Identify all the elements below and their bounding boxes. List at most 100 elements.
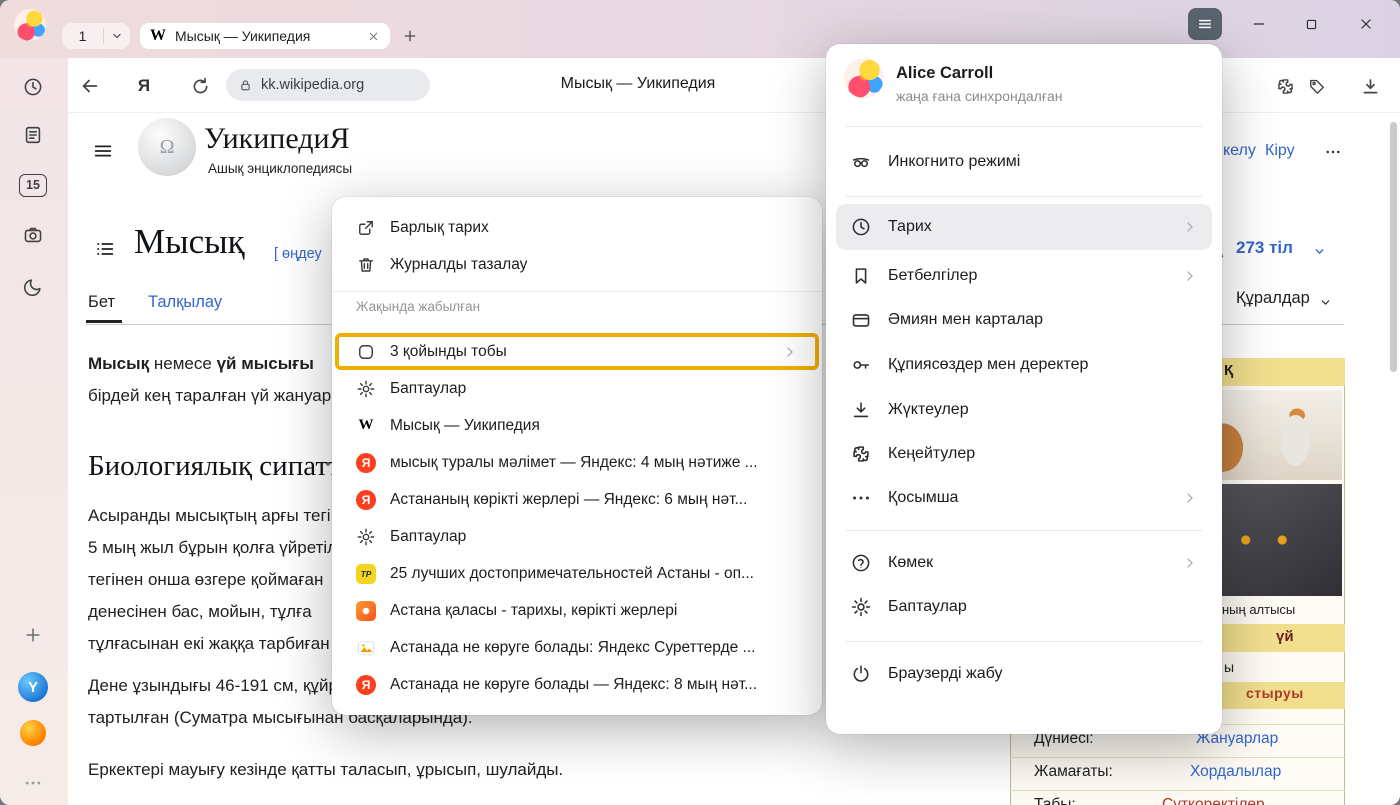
- new-tab-button[interactable]: [398, 24, 422, 48]
- refresh-button[interactable]: [186, 72, 214, 100]
- menu-item-label: мысық туралы мәлімет — Яндекс: 4 мың нәт…: [390, 454, 758, 472]
- menu-item-all-history[interactable]: Барлық тарих: [342, 209, 812, 246]
- wiki-more-icon[interactable]: [1320, 142, 1346, 162]
- paragraph-line: тұлғасынан екі жаққа тарбиған: [88, 634, 330, 654]
- divider: [846, 641, 1202, 642]
- maximize-button[interactable]: [1297, 10, 1325, 38]
- menu-item-downloads[interactable]: Жүктеулер: [836, 388, 1212, 432]
- menu-item-settings[interactable]: Баптаулар: [342, 370, 812, 407]
- menu-item-label: Жүктеулер: [888, 401, 969, 419]
- browser-menu-button[interactable]: [1188, 8, 1222, 40]
- infobox-band-text: үй: [1276, 628, 1294, 645]
- url-pill[interactable]: kk.wikipedia.org: [226, 69, 430, 101]
- taxo-value-link[interactable]: Хордалылар: [1190, 763, 1281, 781]
- incognito-mask-icon: [850, 151, 872, 173]
- sidebar: 15 Y: [0, 58, 68, 805]
- add-panel-button[interactable]: [16, 619, 50, 651]
- wikipedia-globe-logo[interactable]: Ω: [138, 118, 196, 176]
- history-entry-yandex-images[interactable]: Астанада не көруге болады: Яндекс Суретт…: [342, 629, 812, 666]
- history-entry-yandex-search[interactable]: Я мысық туралы мәлімет — Яндекс: 4 мың н…: [342, 444, 812, 481]
- menu-item-close-browser[interactable]: Браузерді жабу: [836, 652, 1212, 696]
- wiki-hamburger-icon[interactable]: [90, 138, 116, 164]
- sidebar-more-button[interactable]: [16, 767, 50, 799]
- browser-window: 1 W Мысық — Уикипедия: [0, 0, 1400, 805]
- menu-item-clear-journal[interactable]: Журналды тазалау: [342, 246, 812, 283]
- text: немесе: [149, 354, 216, 373]
- menu-item-extensions[interactable]: Кеңейтулер: [836, 432, 1212, 476]
- gear-icon: [850, 596, 872, 618]
- menu-item-settings[interactable]: Баптаулар: [836, 585, 1212, 629]
- language-count-button[interactable]: 273 тіл: [1236, 238, 1293, 258]
- menu-item-tab-group[interactable]: 3 қойынды тобы: [342, 333, 812, 370]
- paragraph-line: 5 мың жыл бұрын қолға үйретілген: [88, 538, 362, 558]
- chevron-right-icon: [1182, 219, 1198, 235]
- menu-item-help[interactable]: Көмек: [836, 541, 1212, 585]
- page-title: Мысық: [134, 222, 245, 262]
- wiki-login-link[interactable]: Кіру: [1265, 142, 1295, 160]
- contents-icon[interactable]: [92, 236, 118, 262]
- menu-item-label: Баптаулар: [390, 528, 466, 546]
- history-entry-tripadvisor[interactable]: ТР 25 лучших достопримечательностей Аста…: [342, 555, 812, 592]
- taxo-value-redlink[interactable]: Сүткоректілер: [1162, 796, 1265, 805]
- extensions-icon[interactable]: [1271, 72, 1299, 100]
- menu-item-passwords[interactable]: Құпиясөздер мен деректер: [836, 343, 1212, 387]
- menu-item-wallet[interactable]: Әмиян мен карталар: [836, 298, 1212, 342]
- minimize-button[interactable]: [1245, 10, 1273, 38]
- collections-icon[interactable]: [1303, 72, 1331, 100]
- tab-counter[interactable]: 1: [62, 23, 130, 49]
- images-favicon: [356, 638, 376, 658]
- infobox-mid-text: ы: [1224, 659, 1234, 675]
- edit-link[interactable]: [ өңдеу: [274, 246, 322, 262]
- yandex-search-button[interactable]: Я: [130, 72, 158, 100]
- notes-sidebar-button[interactable]: [16, 119, 50, 151]
- menu-item-label: Браузерді жабу: [888, 665, 1002, 683]
- wiki-brand-subtitle: Ашық энциклопедиясы: [208, 161, 352, 176]
- divider: [846, 126, 1202, 127]
- wiki-brand[interactable]: УикипедиЯ: [204, 122, 350, 156]
- menu-item-more[interactable]: Қосымша: [836, 476, 1212, 520]
- menu-item-label: Көмек: [888, 554, 933, 572]
- menu-item-label: Құпиясөздер мен деректер: [888, 356, 1088, 374]
- history-sidebar-button[interactable]: [16, 71, 50, 103]
- back-button[interactable]: [76, 72, 104, 100]
- power-icon: [850, 663, 872, 685]
- history-submenu: Барлық тарих Журналды тазалау Жақында жа…: [332, 197, 822, 715]
- history-entry-yandex-search[interactable]: Я Астананың көрікті жерлері — Яндекс: 6 …: [342, 481, 812, 518]
- user-avatar[interactable]: [844, 58, 884, 98]
- menu-item-incognito[interactable]: Инкогнито режимі: [836, 140, 1212, 184]
- chevron-right-icon: [1182, 490, 1198, 506]
- paragraph-line: денесінен бас, мойын, тұлға: [88, 602, 312, 622]
- sync-status: жаңа ғана синхрондалған: [896, 88, 1062, 104]
- wallet-icon: [850, 309, 872, 331]
- yandex-service-icon[interactable]: [16, 717, 50, 749]
- yandex-favicon: Я: [356, 453, 376, 473]
- menu-item-label: Барлық тарих: [390, 219, 489, 237]
- tools-dropdown[interactable]: Құралдар: [1236, 289, 1310, 308]
- gear-icon: [356, 527, 376, 547]
- yandex-browser-icon[interactable]: Y: [16, 671, 50, 703]
- menu-item-settings[interactable]: Баптаулар: [342, 518, 812, 555]
- dark-mode-sidebar-button[interactable]: [16, 271, 50, 303]
- tabs-counter-sidebar-button[interactable]: 15: [16, 169, 50, 201]
- history-entry-yandex-search[interactable]: Я Астанада не көруге болады — Яндекс: 8 …: [342, 666, 812, 703]
- browser-profile-logo[interactable]: [14, 9, 46, 41]
- tab-close-icon[interactable]: [367, 30, 380, 43]
- active-tab[interactable]: W Мысық — Уикипедия: [140, 23, 390, 49]
- wiki-signup-link[interactable]: келу: [1223, 142, 1256, 160]
- taxo-label: Жамағаты:: [1034, 763, 1113, 781]
- history-entry-wikipedia[interactable]: W Мысық — Уикипедия: [342, 407, 812, 444]
- scrollbar-thumb[interactable]: [1390, 122, 1397, 372]
- menu-item-history[interactable]: Тарих: [836, 204, 1212, 250]
- tab-article[interactable]: Бет: [88, 293, 115, 312]
- key-icon: [850, 354, 872, 376]
- downloads-toolbar-icon[interactable]: [1356, 72, 1384, 100]
- tab-talk[interactable]: Талқылау: [148, 293, 222, 312]
- screenshot-sidebar-button[interactable]: [16, 219, 50, 251]
- history-entry-site[interactable]: Астана қаласы - тарихы, көрікті жерлері: [342, 592, 812, 629]
- close-button[interactable]: [1352, 10, 1380, 38]
- yandex-favicon: Я: [356, 675, 376, 695]
- divider: [332, 291, 822, 292]
- help-icon: [850, 552, 872, 574]
- url-domain: kk.wikipedia.org: [261, 77, 364, 93]
- menu-item-bookmarks[interactable]: Бетбелгілер: [836, 254, 1212, 298]
